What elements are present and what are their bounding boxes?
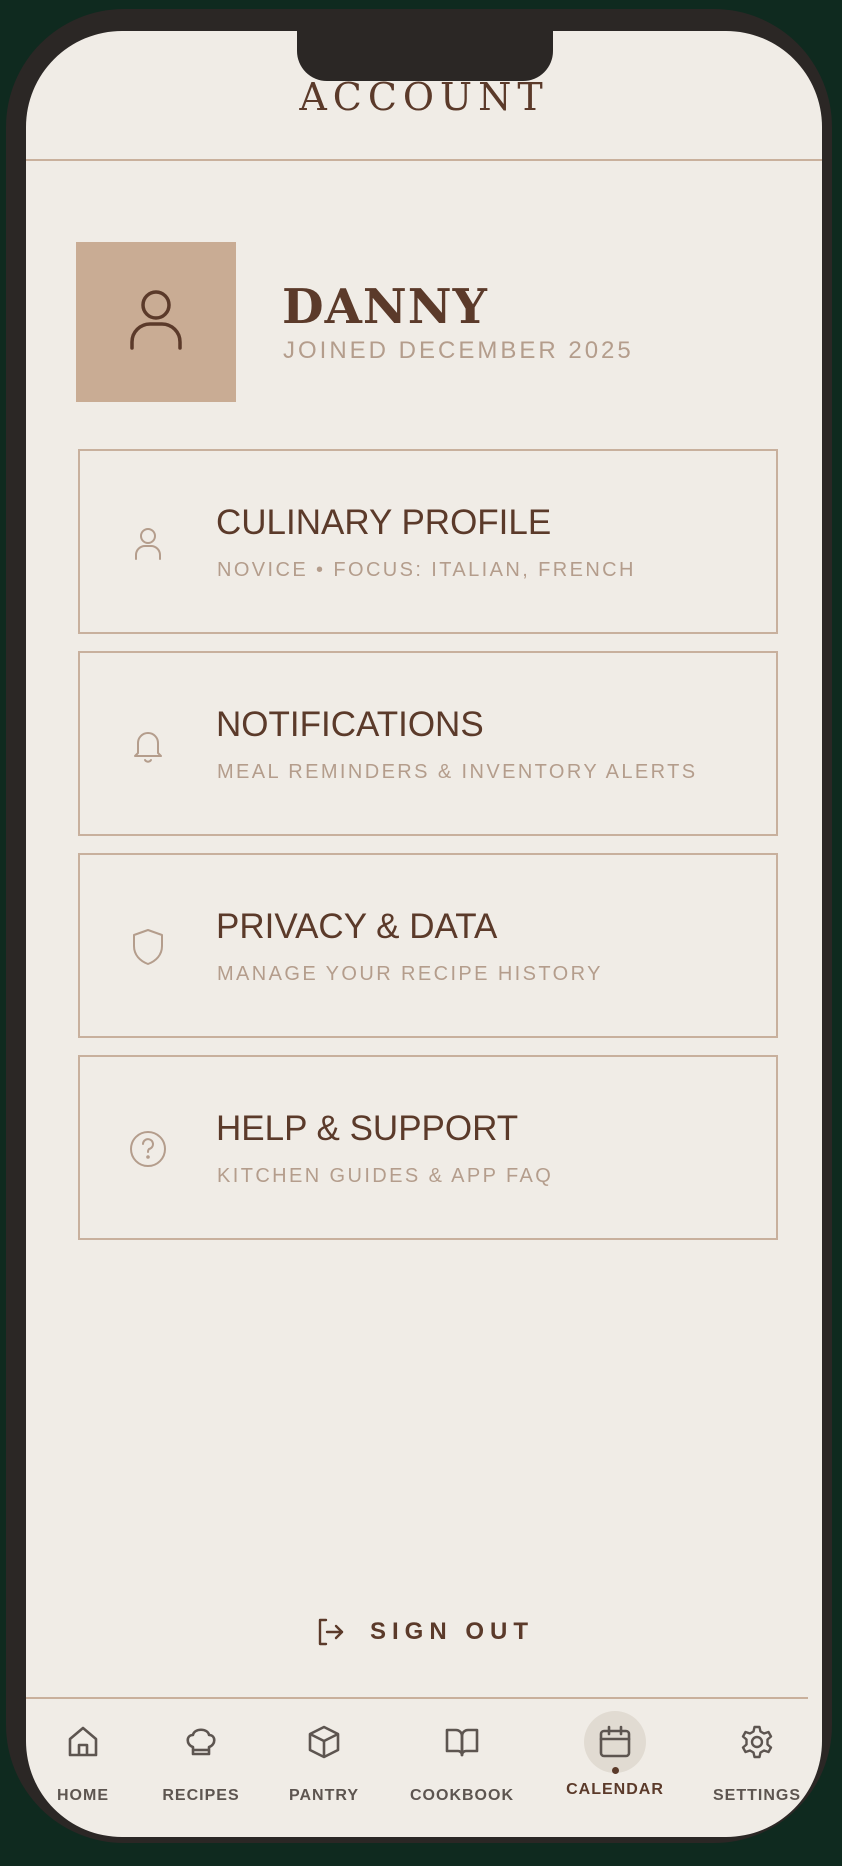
avatar[interactable] <box>76 242 236 402</box>
nav-item-settings[interactable]: SETTINGS <box>692 1711 822 1805</box>
active-indicator <box>611 1767 619 1774</box>
notifications-card[interactable]: NOTIFICATIONS MEAL REMINDERS & INVENTORY… <box>78 651 778 836</box>
user-icon <box>130 290 182 350</box>
gear-icon <box>741 1725 773 1759</box>
bell-icon <box>134 732 162 763</box>
nav-item-home[interactable]: HOME <box>26 1711 148 1805</box>
nav-label: PANTRY <box>289 1787 359 1804</box>
home-icon <box>68 1726 98 1757</box>
nav-item-pantry[interactable]: PANTRY <box>259 1711 389 1805</box>
card-description: NOVICE • FOCUS: ITALIAN, FRENCH <box>217 559 636 581</box>
nav-label: CALENDAR <box>566 1781 664 1798</box>
nav-item-calendar[interactable]: CALENDAR <box>550 1711 680 1799</box>
card-description: MANAGE YOUR RECIPE HISTORY <box>217 963 603 985</box>
card-title: PRIVACY & DATA <box>216 907 498 946</box>
card-title: HELP & SUPPORT <box>216 1109 519 1148</box>
calendar-icon <box>599 1725 631 1758</box>
app-screen: ACCOUNT DANNY JOINED DECEMBER 2025 CULIN… <box>26 31 822 1837</box>
nav-item-recipes[interactable]: RECIPES <box>136 1711 266 1805</box>
phone-frame: ACCOUNT DANNY JOINED DECEMBER 2025 CULIN… <box>6 9 832 1843</box>
device-notch <box>297 31 553 81</box>
join-date: JOINED DECEMBER 2025 <box>283 337 634 364</box>
chef-hat-icon <box>186 1728 216 1756</box>
page-title: ACCOUNT <box>299 75 549 119</box>
culinary-profile-card[interactable]: CULINARY PROFILE NOVICE • FOCUS: ITALIAN… <box>78 449 778 634</box>
card-description: KITCHEN GUIDES & APP FAQ <box>217 1165 554 1187</box>
help-support-card[interactable]: HELP & SUPPORT KITCHEN GUIDES & APP FAQ <box>78 1055 778 1240</box>
nav-label: HOME <box>57 1787 109 1804</box>
help-circle-icon <box>130 1131 166 1167</box>
card-title: NOTIFICATIONS <box>216 705 484 744</box>
nav-label: SETTINGS <box>712 1787 801 1804</box>
log-out-icon <box>318 1618 344 1646</box>
card-description: MEAL REMINDERS & INVENTORY ALERTS <box>217 761 698 783</box>
user-icon <box>135 528 161 560</box>
nav-label: RECIPES <box>162 1787 240 1804</box>
book-open-icon <box>445 1728 479 1757</box>
user-name: DANNY <box>282 279 488 335</box>
shield-icon <box>133 929 163 965</box>
sign-out-button[interactable]: SIGN OUT <box>26 1616 822 1648</box>
box-icon <box>308 1725 340 1759</box>
card-title: CULINARY PROFILE <box>216 503 552 542</box>
nav-item-cookbook[interactable]: COOKBOOK <box>397 1711 527 1805</box>
header-divider <box>26 159 822 161</box>
privacy-data-card[interactable]: PRIVACY & DATA MANAGE YOUR RECIPE HISTOR… <box>78 853 778 1038</box>
nav-divider <box>26 1697 808 1699</box>
nav-label: COOKBOOK <box>410 1787 514 1804</box>
sign-out-label: SIGN OUT <box>369 1618 534 1645</box>
